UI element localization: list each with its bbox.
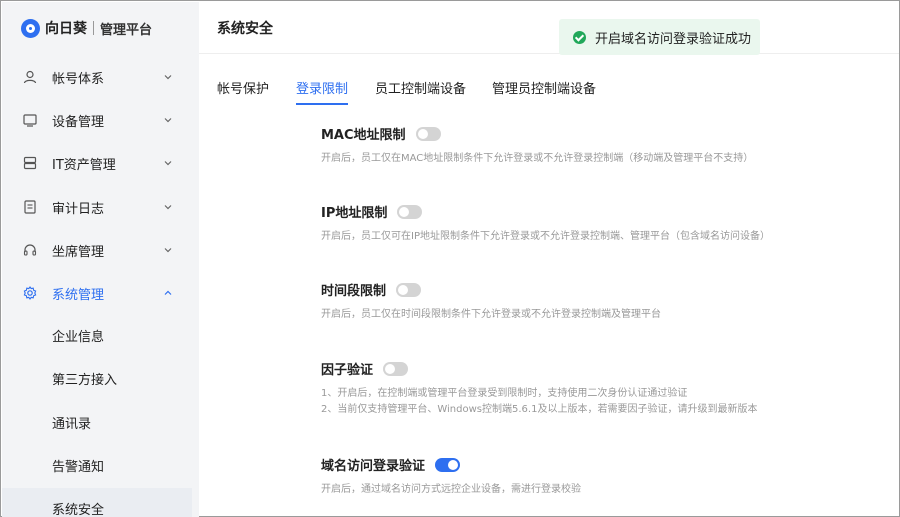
app-window: 向日葵 管理平台 帐号体系 设备管理 IT资产管理 审计日志 坐席管理 系统管理… xyxy=(0,0,900,517)
ip-limit-toggle[interactable] xyxy=(397,204,423,219)
chevron-up-icon xyxy=(164,290,172,295)
sidebar-subitem-label: 通讯录 xyxy=(52,416,92,432)
factor-auth-toggle[interactable] xyxy=(383,361,409,376)
setting-domain-login: 域名访问登录验证 开启后，通过域名访问方式远控企业设备，需进行登录校验 xyxy=(321,455,581,498)
sidebar-item-label: 坐席管理 xyxy=(52,244,105,260)
sidebar-subitem-contacts[interactable]: 通讯录 xyxy=(2,402,199,442)
sidebar-item-label: IT资产管理 xyxy=(52,157,116,173)
check-circle-icon xyxy=(573,30,586,44)
mac-limit-toggle[interactable] xyxy=(415,126,441,141)
sidebar-subitem-third-party[interactable]: 第三方接入 xyxy=(2,358,199,398)
setting-mac-limit: MAC地址限制 开启后，员工仅在MAC地址限制条件下允许登录或不允许登录控制端（… xyxy=(321,124,753,167)
document-icon xyxy=(22,199,38,215)
setting-title: IP地址限制 xyxy=(321,206,388,221)
chevron-down-icon xyxy=(164,161,172,166)
sidebar-subitem-alerts[interactable]: 告警通知 xyxy=(2,445,199,485)
chevron-down-icon xyxy=(164,248,172,253)
setting-description: 1、开启后，在控制端或管理平台登录受到限制时，支持使用二次身份认证通过验证 2、… xyxy=(321,386,757,418)
setting-title: MAC地址限制 xyxy=(321,128,406,143)
page-title: 系统安全 xyxy=(217,21,273,37)
gear-icon xyxy=(22,285,38,301)
sidebar-item-it-assets[interactable]: IT资产管理 xyxy=(2,143,199,183)
sidebar-item-devices[interactable]: 设备管理 xyxy=(2,100,199,140)
setting-description-line: 1、开启后，在控制端或管理平台登录受到限制时，支持使用二次身份认证通过验证 xyxy=(321,388,688,399)
setting-title: 域名访问登录验证 xyxy=(321,459,426,474)
tab-login-restriction[interactable]: 登录限制 xyxy=(296,78,349,106)
tab-employee-devices[interactable]: 员工控制端设备 xyxy=(375,78,466,106)
logo-icon xyxy=(21,18,40,38)
server-icon xyxy=(22,155,38,171)
headset-icon xyxy=(22,242,38,258)
setting-description: 开启后，通过域名访问方式远控企业设备，需进行登录校验 xyxy=(321,484,581,495)
chevron-down-icon xyxy=(164,205,172,210)
setting-factor-auth: 因子验证 1、开启后，在控制端或管理平台登录受到限制时，支持使用二次身份认证通过… xyxy=(321,359,757,418)
time-limit-toggle[interactable] xyxy=(396,282,422,297)
sidebar-item-seats[interactable]: 坐席管理 xyxy=(2,230,199,270)
sidebar-subitem-label: 第三方接入 xyxy=(52,372,118,388)
brand-product: 管理平台 xyxy=(100,22,153,38)
sidebar-item-label: 帐号体系 xyxy=(52,71,105,87)
domain-login-toggle[interactable] xyxy=(435,457,461,472)
success-toast: 开启域名访问登录验证成功 xyxy=(559,19,760,55)
sidebar-item-label: 审计日志 xyxy=(52,201,105,217)
setting-description: 开启后，员工仅在时间段限制条件下允许登录或不允许登录控制端及管理平台 xyxy=(321,309,661,320)
chevron-down-icon xyxy=(164,118,172,123)
sidebar-subitem-label: 告警通知 xyxy=(52,459,105,475)
sidebar-subitem-label: 系统安全 xyxy=(52,502,105,517)
header-divider xyxy=(199,53,899,54)
sidebar-subitem-company-info[interactable]: 企业信息 xyxy=(2,315,199,355)
monitor-icon xyxy=(22,112,38,128)
tab-admin-devices[interactable]: 管理员控制端设备 xyxy=(492,78,596,106)
sidebar-subitem-label: 企业信息 xyxy=(52,329,105,345)
tab-account-protection[interactable]: 帐号保护 xyxy=(217,78,269,106)
brand[interactable]: 向日葵 管理平台 xyxy=(21,16,152,40)
setting-description: 开启后，员工仅在MAC地址限制条件下允许登录或不允许登录控制端（移动端及管理平台… xyxy=(321,153,754,164)
sidebar-item-account[interactable]: 帐号体系 xyxy=(2,57,199,97)
sidebar-item-label: 设备管理 xyxy=(52,114,105,130)
setting-title: 时间段限制 xyxy=(321,284,387,299)
sidebar-item-system[interactable]: 系统管理 xyxy=(2,273,199,313)
setting-description-line: 2、当前仅支持管理平台、Windows控制端5.6.1及以上版本，若需要因子验证… xyxy=(321,404,758,415)
sidebar-item-audit-log[interactable]: 审计日志 xyxy=(2,187,199,227)
sidebar-subitem-system-security[interactable]: 系统安全 xyxy=(2,488,192,517)
toast-message: 开启域名访问登录验证成功 xyxy=(595,31,752,47)
setting-ip-limit: IP地址限制 开启后，员工仅可在IP地址限制条件下允许登录或不允许登录控制端、管… xyxy=(321,202,770,245)
sidebar-item-label: 系统管理 xyxy=(52,287,105,303)
brand-name: 向日葵 xyxy=(45,21,87,37)
setting-time-limit: 时间段限制 开启后，员工仅在时间段限制条件下允许登录或不允许登录控制端及管理平台 xyxy=(321,280,661,323)
user-icon xyxy=(22,69,38,85)
chevron-down-icon xyxy=(164,75,172,80)
setting-title: 因子验证 xyxy=(321,363,374,378)
brand-divider xyxy=(93,21,94,35)
setting-description: 开启后，员工仅可在IP地址限制条件下允许登录或不允许登录控制端、管理平台（包含域… xyxy=(321,231,770,242)
sidebar: 向日葵 管理平台 帐号体系 设备管理 IT资产管理 审计日志 坐席管理 系统管理… xyxy=(2,2,199,517)
